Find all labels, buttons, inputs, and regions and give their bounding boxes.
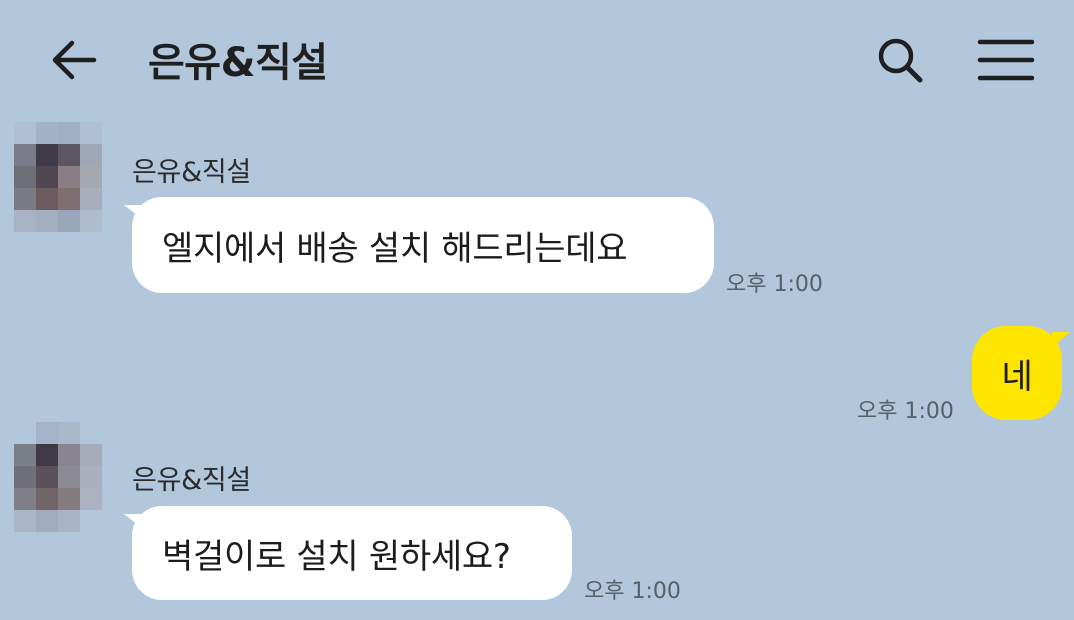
hamburger-menu-icon[interactable] <box>976 36 1036 84</box>
sender-name: 은유&직설 <box>132 157 251 188</box>
sender-name: 은유&직설 <box>132 465 251 496</box>
message-timestamp: 오후 1:00 <box>726 272 823 297</box>
message-text: 엘지에서 배송 설치 해드리는데요 <box>162 228 628 269</box>
search-icon[interactable] <box>872 32 928 88</box>
chat-room-title: 은유&직설 <box>148 40 328 86</box>
message-text: 벽걸이로 설치 원하세요? <box>162 536 511 577</box>
message-bubble-incoming[interactable]: 엘지에서 배송 설치 해드리는데요 <box>124 197 714 293</box>
message-timestamp: 오후 1:00 <box>584 579 681 604</box>
chat-window: 은유&직설 은유&직설 엘지에서 배송 설치 해드리는데요 오후 1:00 오후… <box>0 0 1074 620</box>
back-arrow-icon[interactable] <box>48 36 102 84</box>
message-bubble-outgoing[interactable]: 네 <box>972 326 1070 420</box>
avatar[interactable] <box>14 122 124 254</box>
message-text: 네 <box>1001 356 1033 397</box>
message-bubble-incoming[interactable]: 벽걸이로 설치 원하세요? <box>124 506 572 600</box>
avatar[interactable] <box>14 422 124 554</box>
message-timestamp: 오후 1:00 <box>857 399 954 424</box>
